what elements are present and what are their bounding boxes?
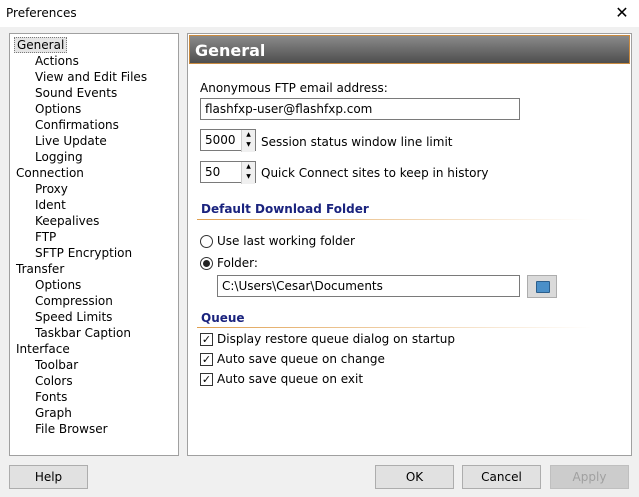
quick-connect-stepper[interactable]: 50 ▲ ▼ bbox=[200, 161, 256, 184]
tree-item[interactable]: Live Update bbox=[35, 133, 107, 149]
tree-item[interactable]: Speed Limits bbox=[35, 309, 112, 325]
tree-item[interactable]: Compression bbox=[35, 293, 113, 309]
close-icon[interactable]: ✕ bbox=[610, 2, 634, 24]
folder-input[interactable]: C:\Users\Cesar\Documents bbox=[217, 275, 520, 297]
download-folder-heading: Default Download Folder bbox=[201, 202, 369, 216]
tree-item[interactable]: File Browser bbox=[35, 421, 108, 437]
tree-item[interactable]: SFTP Encryption bbox=[35, 245, 132, 261]
tree-item[interactable]: Interface bbox=[16, 341, 70, 357]
line-limit-label: Session status window line limit bbox=[261, 135, 453, 149]
line-limit-stepper[interactable]: 5000 ▲ ▼ bbox=[200, 129, 256, 152]
tree-item[interactable]: Toolbar bbox=[35, 357, 78, 373]
tree-item[interactable]: Logging bbox=[35, 149, 83, 165]
autosave-exit-checkbox[interactable]: ✓ bbox=[200, 373, 213, 386]
restore-queue-label: Display restore queue dialog on startup bbox=[217, 332, 456, 346]
tree-item[interactable]: General bbox=[14, 37, 68, 53]
autosave-change-label: Auto save queue on change bbox=[217, 352, 385, 366]
email-label: Anonymous FTP email address: bbox=[200, 81, 388, 95]
tree-item[interactable]: Options bbox=[35, 277, 81, 293]
folder-label: Folder: bbox=[217, 256, 258, 270]
tree-item[interactable]: Ident bbox=[35, 197, 66, 213]
tree-item[interactable]: Actions bbox=[35, 53, 79, 69]
quick-connect-label: Quick Connect sites to keep in history bbox=[261, 166, 489, 180]
line-limit-value: 5000 bbox=[205, 133, 236, 147]
tree-item[interactable]: View and Edit Files bbox=[35, 69, 147, 85]
folder-radio[interactable] bbox=[200, 257, 213, 270]
tree-item[interactable]: Graph bbox=[35, 405, 72, 421]
use-last-folder-radio[interactable] bbox=[200, 235, 213, 248]
email-input[interactable]: flashfxp-user@flashfxp.com bbox=[200, 98, 520, 120]
spin-arrows-icon[interactable]: ▲ ▼ bbox=[241, 162, 255, 184]
window-title: Preferences bbox=[6, 6, 77, 20]
tree-item[interactable]: Proxy bbox=[35, 181, 68, 197]
folder-icon bbox=[536, 281, 550, 293]
use-last-folder-label: Use last working folder bbox=[217, 234, 355, 248]
category-tree[interactable]: General Actions View and Edit Files Sound E… bbox=[9, 33, 179, 456]
tree-item[interactable]: FTP bbox=[35, 229, 56, 245]
ok-button[interactable]: OK bbox=[375, 465, 454, 489]
autosave-exit-label: Auto save queue on exit bbox=[217, 372, 364, 386]
quick-connect-value: 50 bbox=[205, 165, 221, 179]
title-bar: Preferences ✕ bbox=[0, 0, 639, 27]
spin-arrows-icon[interactable]: ▲ ▼ bbox=[241, 130, 255, 152]
section-divider bbox=[197, 219, 592, 220]
settings-panel: General Anonymous FTP email address: fla… bbox=[187, 33, 632, 456]
tree-item[interactable]: Fonts bbox=[35, 389, 67, 405]
cancel-button[interactable]: Cancel bbox=[462, 465, 541, 489]
tree-item[interactable]: Transfer bbox=[16, 261, 64, 277]
tree-item[interactable]: Keepalives bbox=[35, 213, 99, 229]
tree-item[interactable]: Taskbar Caption bbox=[35, 325, 131, 341]
browse-folder-button[interactable] bbox=[527, 275, 557, 298]
tree-item[interactable]: Confirmations bbox=[35, 117, 119, 133]
panel-header: General bbox=[189, 35, 630, 64]
apply-button[interactable]: Apply bbox=[550, 465, 629, 489]
tree-item[interactable]: Colors bbox=[35, 373, 73, 389]
restore-queue-checkbox[interactable]: ✓ bbox=[200, 333, 213, 346]
tree-item[interactable]: Options bbox=[35, 101, 81, 117]
help-button[interactable]: Help bbox=[9, 465, 88, 489]
tree-item[interactable]: Connection bbox=[16, 165, 84, 181]
tree-item[interactable]: Sound Events bbox=[35, 85, 117, 101]
section-divider bbox=[197, 327, 592, 328]
queue-heading: Queue bbox=[201, 311, 245, 325]
autosave-change-checkbox[interactable]: ✓ bbox=[200, 353, 213, 366]
